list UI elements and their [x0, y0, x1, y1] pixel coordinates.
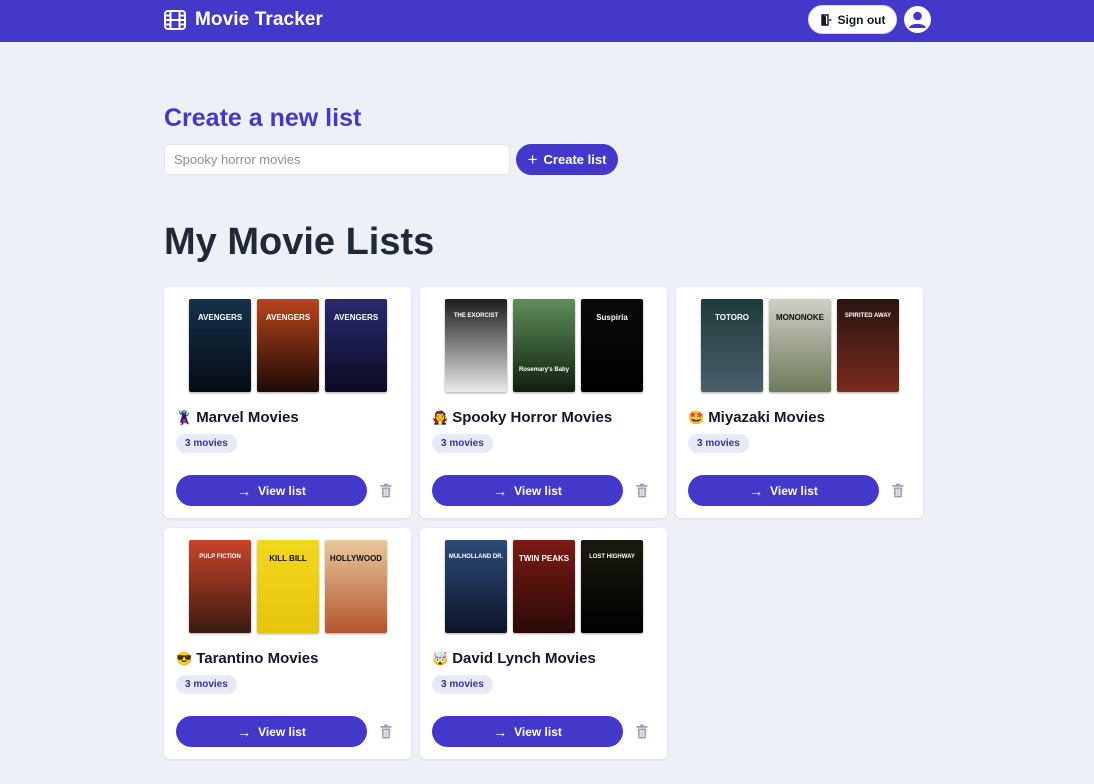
- view-list-button[interactable]: → View list: [432, 475, 623, 506]
- poster-title: THE EXORCIST: [453, 313, 499, 319]
- poster-title: AVENGERS: [333, 313, 379, 322]
- list-name-text: Miyazaki Movies: [708, 409, 825, 426]
- poster-title: MULHOLLAND DR.: [448, 554, 504, 560]
- arrow-right-icon: →: [749, 482, 764, 499]
- view-list-button[interactable]: → View list: [176, 716, 367, 747]
- movie-list-card: TOTORO MONONOKE SPIRITED AWAY 🤩 Miyazaki Mov…: [676, 287, 923, 518]
- list-name: 🧛 Spooky Horror Movies: [432, 409, 612, 426]
- movie-poster[interactable]: SPIRITED AWAY: [837, 299, 899, 392]
- movie-count-badge: 3 movies: [432, 675, 493, 694]
- movie-list-card: PULP FICTION KILL BILL HOLLYWOOD 😎 Tarantino…: [164, 528, 411, 759]
- brand[interactable]: Movie Tracker: [164, 8, 323, 32]
- arrow-right-icon: →: [237, 482, 252, 499]
- view-list-button[interactable]: → View list: [176, 475, 367, 506]
- film-icon: [164, 10, 186, 30]
- view-list-button[interactable]: → View list: [432, 716, 623, 747]
- movie-list-card: AVENGERS AVENGERS AVENGERS 🦹 Marvel Movies 3 …: [164, 287, 411, 518]
- poster-title: Suspiria: [596, 313, 628, 322]
- movie-poster[interactable]: PULP FICTION: [189, 540, 251, 633]
- movie-list-card: THE EXORCIST Rosemary's Baby Suspiria 🧛 Spoo…: [420, 287, 667, 518]
- poster-title: SPIRITED AWAY: [844, 313, 892, 319]
- list-name-text: David Lynch Movies: [452, 650, 596, 667]
- view-list-label: View list: [770, 483, 818, 498]
- list-emoji: 🤩: [688, 409, 705, 425]
- poster-title: PULP FICTION: [199, 554, 241, 560]
- poster-title: HOLLYWOOD: [329, 554, 383, 563]
- list-name: 🤩 Miyazaki Movies: [688, 409, 825, 426]
- user-icon: [909, 11, 926, 28]
- movie-poster[interactable]: KILL BILL: [257, 540, 319, 633]
- list-name: 🤯 David Lynch Movies: [432, 650, 596, 667]
- movie-count-badge: 3 movies: [688, 434, 749, 453]
- movie-poster[interactable]: LOST HIGHWAY: [581, 540, 643, 633]
- plus-icon: +: [527, 150, 538, 169]
- trash-icon[interactable]: [636, 724, 648, 739]
- arrow-right-icon: →: [493, 482, 508, 499]
- create-list-title: Create a new list: [164, 104, 362, 132]
- list-emoji: 🤯: [432, 650, 449, 666]
- view-list-label: View list: [514, 483, 562, 498]
- movie-poster[interactable]: MULHOLLAND DR.: [445, 540, 507, 633]
- trash-icon[interactable]: [892, 483, 904, 498]
- movie-list-card: MULHOLLAND DR. TWIN PEAKS LOST HIGHWAY 🤯 Dav…: [420, 528, 667, 759]
- top-navigation-bar: Movie Tracker Sign out: [0, 0, 1094, 42]
- new-list-name-input[interactable]: [164, 144, 510, 175]
- movie-poster[interactable]: AVENGERS: [257, 299, 319, 392]
- view-list-label: View list: [514, 724, 562, 739]
- movie-poster[interactable]: TOTORO: [701, 299, 763, 392]
- poster-title: TWIN PEAKS: [518, 554, 570, 563]
- trash-icon[interactable]: [380, 483, 392, 498]
- poster-title: TOTORO: [715, 313, 749, 322]
- poster-title: KILL BILL: [269, 554, 307, 563]
- arrow-right-icon: →: [493, 723, 508, 740]
- app-name: Movie Tracker: [195, 9, 324, 30]
- movie-poster[interactable]: HOLLYWOOD: [325, 540, 387, 633]
- view-list-button[interactable]: → View list: [688, 475, 879, 506]
- create-list-button[interactable]: + Create list: [516, 144, 618, 175]
- list-name: 🦹 Marvel Movies: [176, 409, 299, 426]
- movie-count-badge: 3 movies: [176, 434, 237, 453]
- movie-poster[interactable]: AVENGERS: [189, 299, 251, 392]
- movie-poster[interactable]: MONONOKE: [769, 299, 831, 392]
- movie-poster[interactable]: THE EXORCIST: [445, 299, 507, 392]
- list-emoji: 🧛: [432, 409, 449, 425]
- movie-poster[interactable]: TWIN PEAKS: [513, 540, 575, 633]
- poster-title: AVENGERS: [265, 313, 311, 322]
- movie-count-badge: 3 movies: [432, 434, 493, 453]
- movie-poster[interactable]: Suspiria: [581, 299, 643, 392]
- trash-icon[interactable]: [636, 483, 648, 498]
- view-list-label: View list: [258, 483, 306, 498]
- sign-out-button[interactable]: Sign out: [808, 5, 897, 34]
- view-list-label: View list: [258, 724, 306, 739]
- page-title: My Movie Lists: [164, 221, 435, 263]
- movie-poster[interactable]: AVENGERS: [325, 299, 387, 392]
- list-name-text: Marvel Movies: [196, 409, 299, 426]
- sign-out-label: Sign out: [837, 12, 886, 27]
- movie-poster[interactable]: Rosemary's Baby: [513, 299, 575, 392]
- list-emoji: 🦹: [176, 409, 193, 425]
- create-list-label: Create list: [543, 152, 607, 167]
- trash-icon[interactable]: [380, 724, 392, 739]
- poster-title: LOST HIGHWAY: [589, 554, 635, 560]
- door-icon: [820, 13, 831, 26]
- list-name-text: Spooky Horror Movies: [452, 409, 613, 426]
- list-name: 😎 Tarantino Movies: [176, 650, 318, 667]
- arrow-right-icon: →: [237, 723, 252, 740]
- user-avatar[interactable]: [904, 6, 931, 33]
- poster-title: MONONOKE: [776, 313, 824, 322]
- movie-count-badge: 3 movies: [176, 675, 237, 694]
- poster-title: AVENGERS: [197, 313, 243, 322]
- list-name-text: Tarantino Movies: [196, 650, 319, 667]
- poster-title: Rosemary's Baby: [518, 367, 570, 373]
- list-emoji: 😎: [176, 650, 193, 666]
